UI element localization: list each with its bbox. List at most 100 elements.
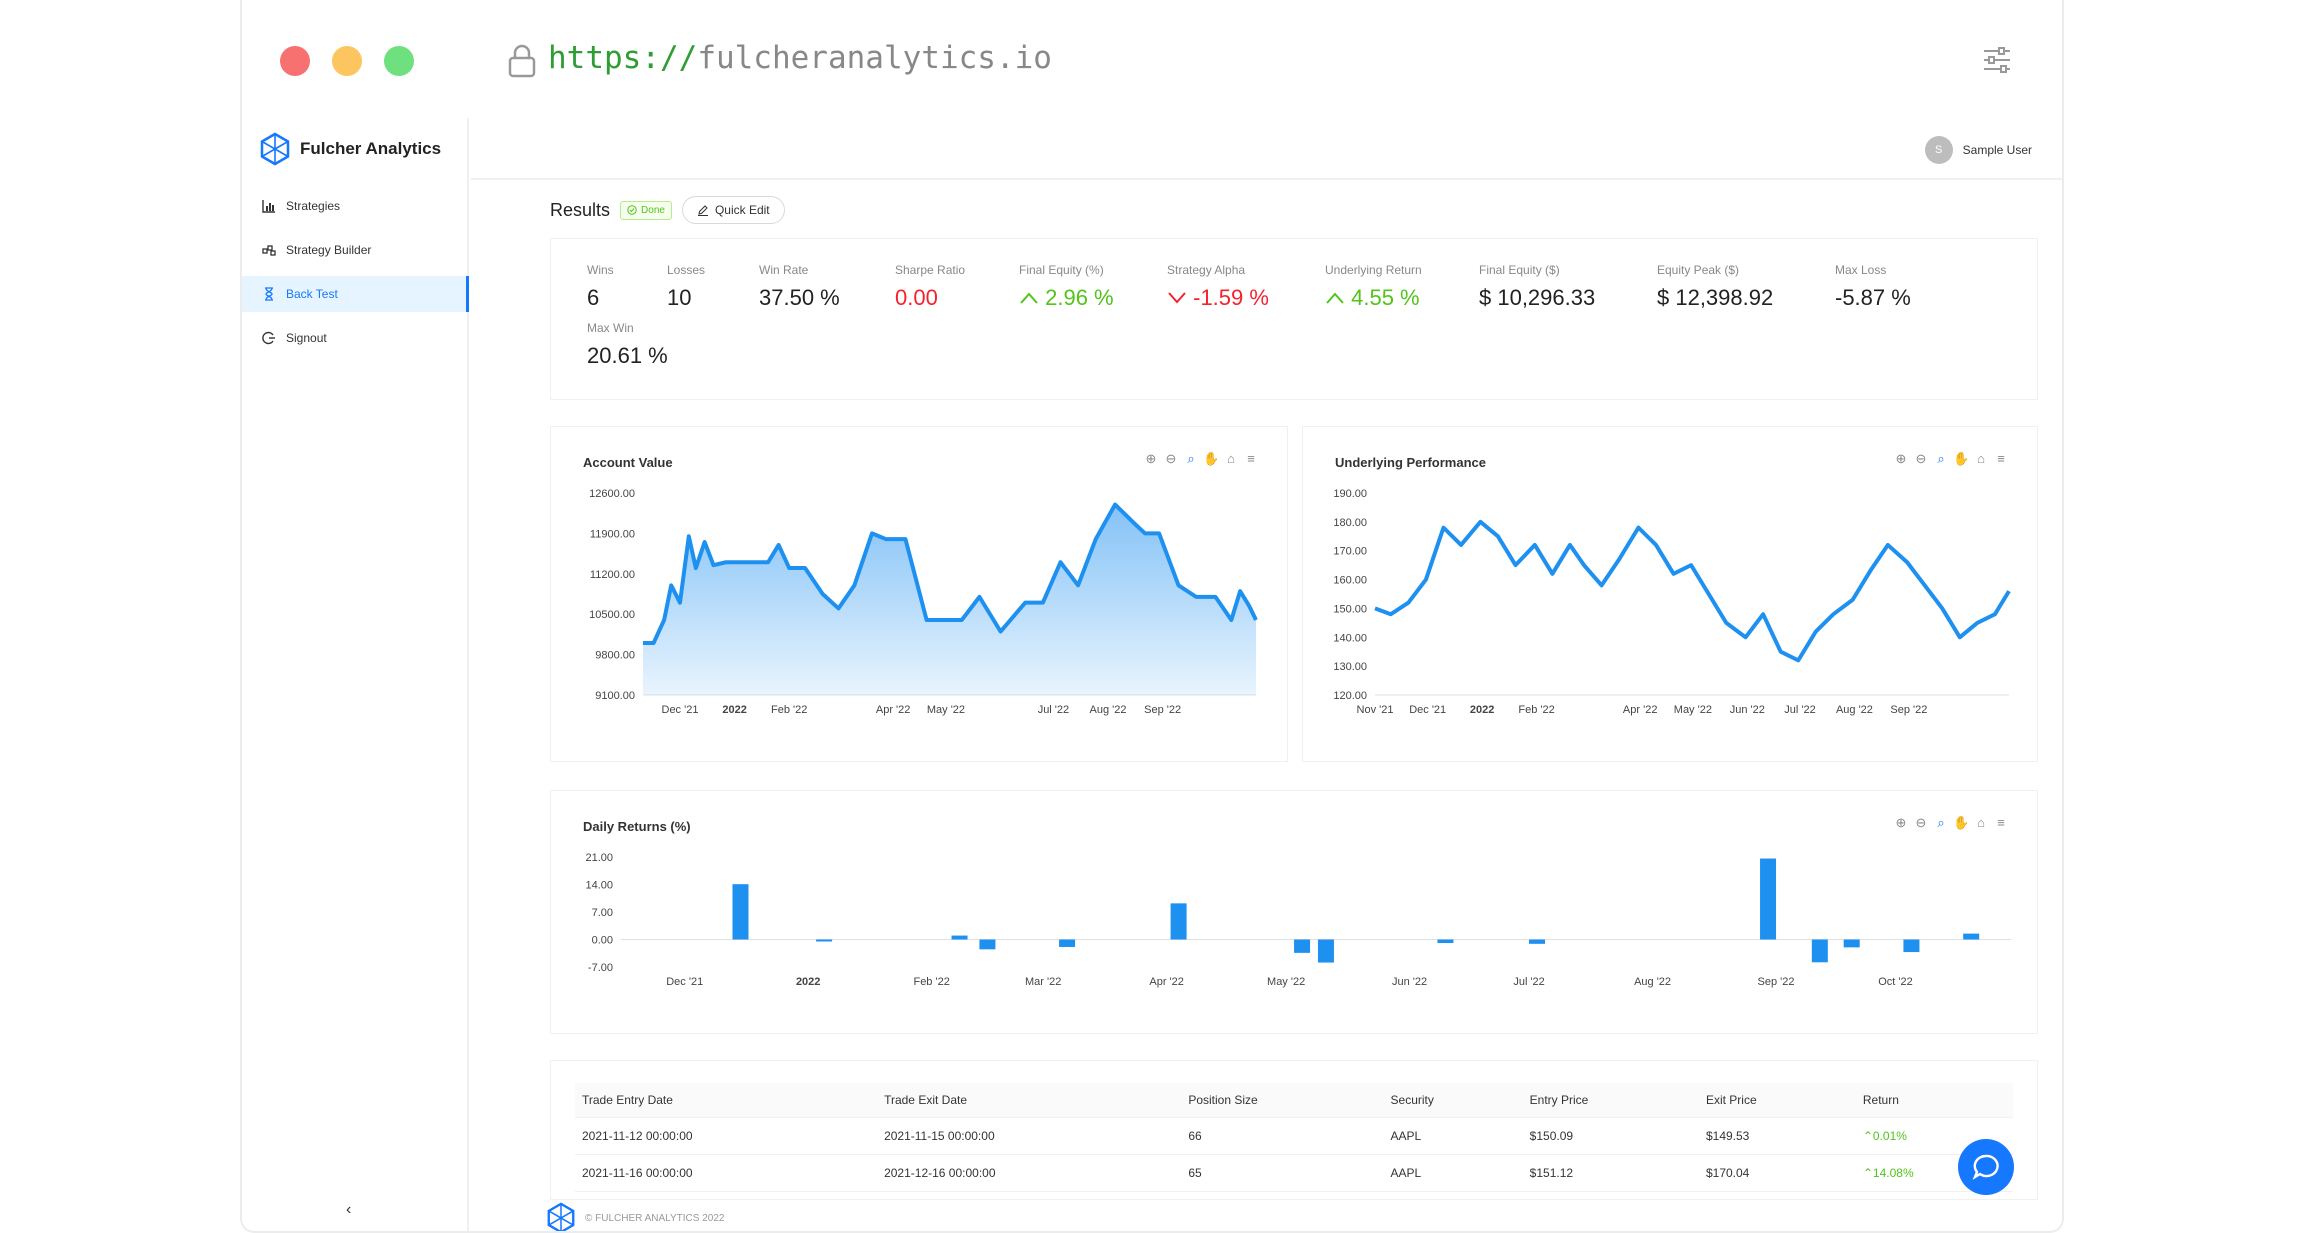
table-row[interactable]: 2021-11-12 00:00:00 2021-11-15 00:00:00 66… [575, 1117, 2013, 1155]
table-header-cell[interactable]: Position Size [1181, 1083, 1384, 1118]
sidebar-item-strategies[interactable]: Strategies [242, 188, 469, 224]
table-cell: $151.12 [1522, 1154, 1699, 1192]
stat-label: Losses [667, 263, 706, 277]
x-tick-label: Aug '22 [1836, 704, 1873, 716]
bar [1760, 858, 1777, 940]
y-tick-label: 12600.00 [589, 488, 635, 500]
arrow-up-icon [1020, 292, 1038, 304]
edit-icon [697, 205, 708, 216]
x-tick-label: Dec '21 [666, 976, 703, 988]
stat-label: Equity Peak ($) [1657, 263, 1740, 277]
address-bar[interactable]: https://fulcheranalytics.io [548, 40, 1052, 76]
x-tick-label: May '22 [1674, 704, 1712, 716]
table-cell: 2021-12-16 00:00:00 [877, 1154, 1182, 1192]
bar [1843, 939, 1860, 948]
y-tick-label: 160.00 [1333, 575, 1367, 587]
bar [1903, 939, 1920, 953]
maximize-window-button[interactable] [384, 46, 414, 76]
y-tick-label: -7.00 [588, 962, 613, 974]
stat-label: Final Equity (%) [1019, 263, 1104, 277]
y-tick-label: 21.00 [585, 852, 613, 864]
footer-text: © FULCHER ANALYTICS 2022 [585, 1212, 725, 1224]
stat-label: Strategy Alpha [1167, 263, 1246, 277]
user-menu[interactable]: S Sample User [1924, 136, 2032, 164]
bar [1529, 939, 1546, 944]
x-tick-label: Apr '22 [1149, 976, 1184, 988]
bar [1317, 939, 1334, 963]
sidebar-item-signout[interactable]: Signout [242, 320, 469, 356]
x-tick-label: Jun '22 [1730, 704, 1765, 716]
user-name: Sample User [1962, 143, 2032, 157]
stat-max-loss: Max Loss -5.87 % [1835, 263, 1911, 311]
stat-value: -1.59 % [1193, 285, 1269, 310]
stat-final-equity-usd: Final Equity ($) $ 10,296.33 [1479, 263, 1595, 311]
x-tick-label: 2022 [796, 976, 820, 988]
settings-sliders-icon[interactable] [1982, 46, 2012, 74]
sidebar-item-label: Strategies [286, 199, 341, 213]
bar-chart-icon [262, 200, 275, 213]
x-tick-label: Apr '22 [876, 704, 911, 716]
series-line [1374, 519, 2011, 663]
table-cell: AAPL [1383, 1154, 1523, 1192]
x-tick-label: Mar '22 [1025, 976, 1061, 988]
x-tick-label: May '22 [927, 704, 965, 716]
stats-card: Wins 6 Losses 10 Win Rate 37.50 % Sharpe Ra… [550, 238, 2038, 400]
sidebar: Fulcher Analytics Strategies Strategy Bu… [242, 118, 469, 1231]
y-tick-label: 11900.00 [590, 528, 635, 540]
table-cell: 2021-11-16 00:00:00 [575, 1154, 878, 1192]
brand[interactable]: Fulcher Analytics [258, 132, 441, 166]
table-header-cell[interactable]: Return [1855, 1083, 2013, 1118]
x-tick-label: Jun '22 [1392, 976, 1427, 988]
bar [1294, 939, 1311, 953]
y-tick-label: 0.00 [592, 935, 613, 947]
y-tick-label: 140.00 [1333, 632, 1367, 644]
x-tick-label: Apr '22 [1623, 704, 1658, 716]
table-header-cell[interactable]: Entry Price [1522, 1083, 1699, 1118]
sidebar-item-strategy-builder[interactable]: Strategy Builder [242, 232, 469, 268]
y-tick-label: 170.00 [1333, 546, 1367, 558]
collapse-sidebar-button[interactable]: ‹ [346, 1201, 351, 1219]
arrow-up-icon [1326, 292, 1344, 304]
sidebar-item-back-test[interactable]: Back Test [242, 276, 469, 312]
y-tick-label: 9800.00 [595, 650, 635, 662]
x-tick-label: Feb '22 [1518, 704, 1554, 716]
stat-label: Max Win [587, 321, 634, 335]
results-header: Results Done Quick Edit [550, 196, 785, 224]
close-window-button[interactable] [280, 46, 310, 76]
stat-value: $ 10,296.33 [1479, 285, 1596, 310]
chat-button[interactable] [1958, 1139, 2014, 1195]
stat-sharpe-ratio: Sharpe Ratio 0.00 [895, 263, 965, 311]
stat-label: Underlying Return [1325, 263, 1422, 277]
stat-value: $ 12,398.92 [1657, 285, 1774, 310]
top-header: S Sample User [471, 118, 2062, 180]
minimize-window-button[interactable] [332, 46, 362, 76]
status-badge: Done [620, 200, 672, 220]
account-value-card: Account Value ⊕ ⊖ ⌕ ✋ ⌂ ≡ 12600.00 11900.00 112… [550, 426, 1288, 762]
logo-icon [260, 132, 290, 166]
chat-bubble-icon [1972, 1154, 1999, 1180]
x-tick-label: Aug '22 [1634, 976, 1671, 988]
table-header-cell[interactable]: Exit Price [1698, 1083, 1856, 1118]
table-cell: 2021-11-15 00:00:00 [877, 1117, 1182, 1155]
url-scheme: https:// [548, 40, 698, 76]
y-tick-label: 7.00 [592, 907, 613, 919]
stat-value: 37.50 % [759, 285, 840, 310]
table-header-cell[interactable]: Security [1383, 1083, 1523, 1118]
sidebar-item-label: Signout [286, 331, 327, 345]
quick-edit-label: Quick Edit [714, 203, 770, 217]
bar [951, 935, 968, 940]
table-header-cell[interactable]: Trade Entry Date [575, 1083, 878, 1118]
table-header-cell[interactable]: Trade Exit Date [877, 1083, 1182, 1118]
table-cell: $150.09 [1522, 1117, 1699, 1155]
stat-max-win: Max Win 20.61 % [587, 321, 668, 369]
y-tick-label: 190.00 [1333, 488, 1367, 500]
bar [1811, 939, 1828, 963]
stat-value-row: 4.55 % [1325, 285, 1422, 311]
quick-edit-button[interactable]: Quick Edit [681, 196, 785, 224]
table-row[interactable]: 2021-11-16 00:00:00 2021-12-16 00:00:00 65… [575, 1154, 2013, 1192]
stat-label: Final Equity ($) [1479, 263, 1560, 277]
table-header-row: Trade Entry Date Trade Exit Date Position … [575, 1083, 2013, 1118]
bar [979, 939, 996, 950]
account-value-chart: 12600.00 11900.00 11200.00 10500.00 9800.00 9… [589, 488, 1258, 716]
table-cell: $170.04 [1698, 1154, 1856, 1192]
